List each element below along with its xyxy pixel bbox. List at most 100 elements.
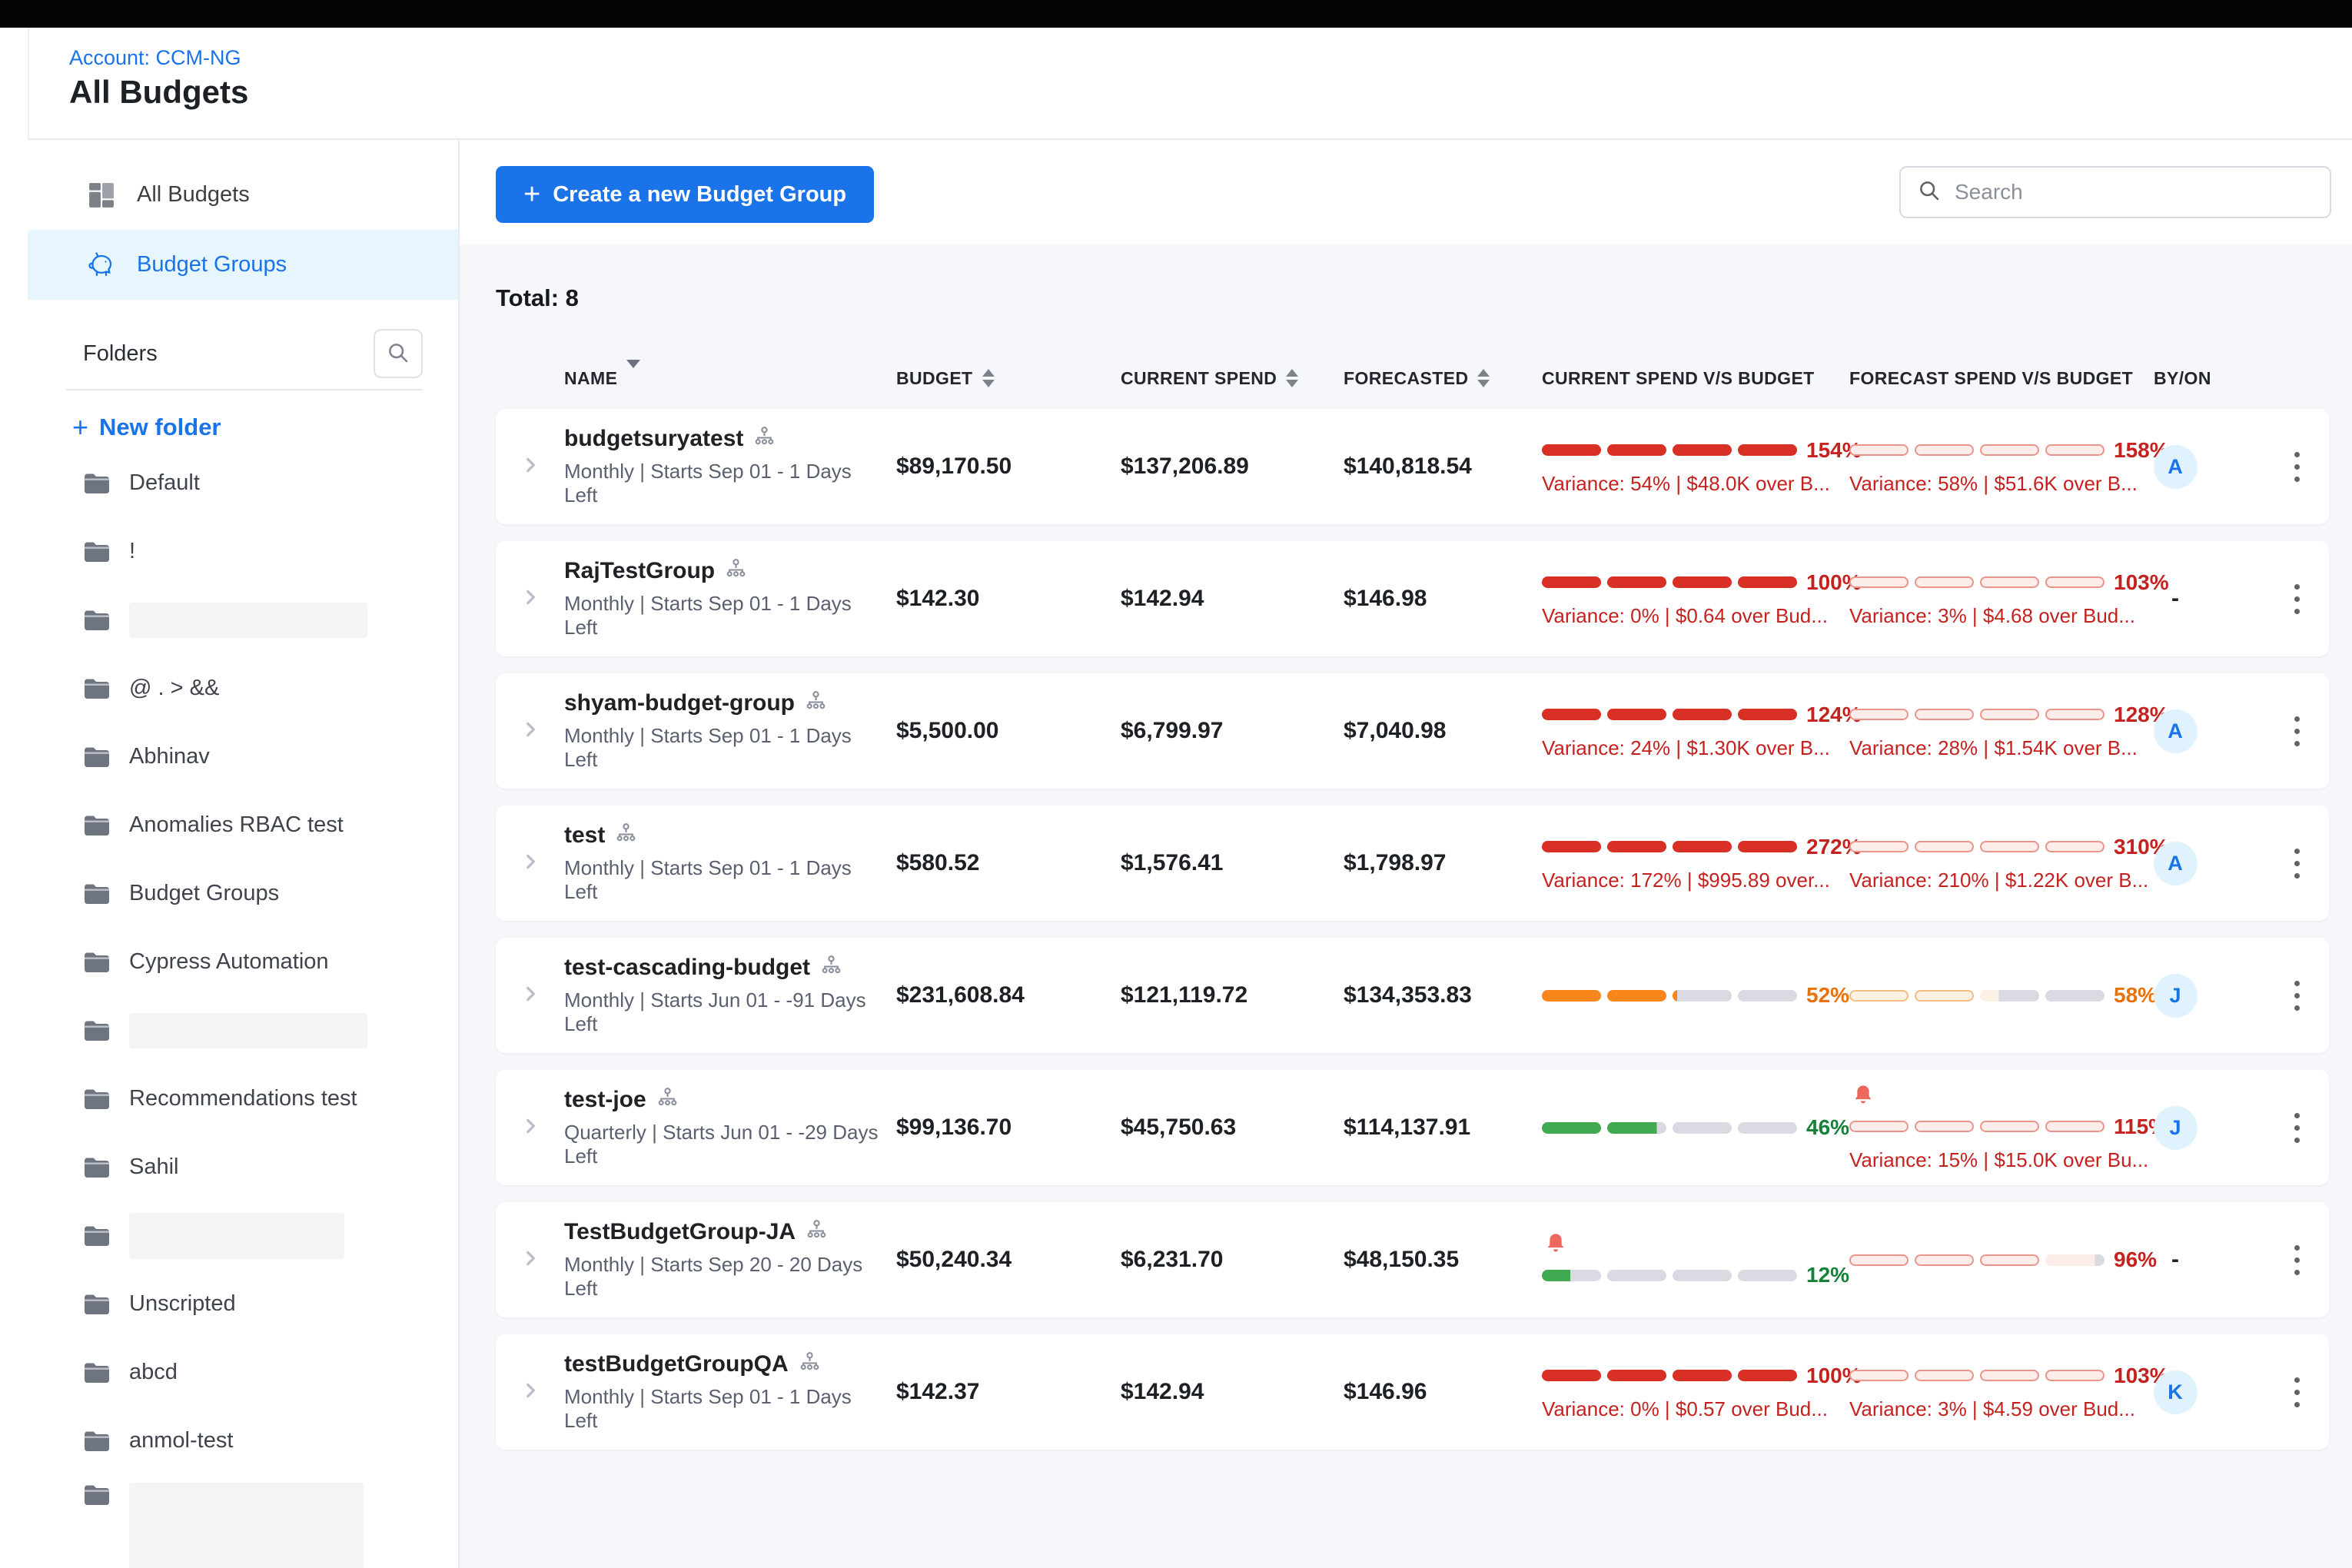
chevron-right-icon <box>520 719 540 743</box>
owner-dash: - <box>2171 1247 2179 1273</box>
current-spend-progress-bar <box>1542 1370 1797 1381</box>
folder-item[interactable]: Sahil <box>28 1133 458 1201</box>
current-spend-value: $121,119.72 <box>1104 982 1327 1008</box>
owner-avatar[interactable]: A <box>2154 842 2198 885</box>
row-actions-kebab-menu[interactable] <box>2287 576 2307 622</box>
budget-group-name[interactable]: test-cascading-budget <box>564 955 810 981</box>
forecast-spend-progress-bar <box>1849 709 2105 720</box>
current-vs-budget-cell: 52% <box>1525 983 1832 1008</box>
owner-avatar[interactable]: J <box>2154 1106 2198 1150</box>
expand-row-button[interactable] <box>513 587 547 611</box>
folder-name: Abhinav <box>129 744 210 769</box>
folder-item[interactable]: anmol-test <box>28 1407 458 1475</box>
folder-item[interactable]: Abhinav <box>28 723 458 791</box>
row-actions-kebab-menu[interactable] <box>2287 709 2307 754</box>
row-actions-kebab-menu[interactable] <box>2287 444 2307 490</box>
account-breadcrumb-link[interactable]: Account: CCM-NG <box>69 46 241 70</box>
folder-icon <box>83 471 111 496</box>
group-hierarchy-icon <box>726 558 746 584</box>
forecast-spend-progress-bar <box>1849 1121 2105 1132</box>
alert-bell-icon <box>1545 1232 1566 1255</box>
window-top-bar <box>0 0 2352 28</box>
folder-icon <box>83 1292 111 1317</box>
column-header[interactable]: FORECAST SPEND V/S BUDGET <box>1832 368 2137 389</box>
chevron-right-icon <box>520 587 540 611</box>
folder-item[interactable]: Cypress Automation <box>28 928 458 996</box>
sort-updown-icon[interactable] <box>1286 369 1298 387</box>
folder-item-redacted[interactable] <box>28 1475 458 1568</box>
group-hierarchy-icon <box>657 1087 678 1113</box>
budget-group-name[interactable]: test-joe <box>564 1087 646 1113</box>
budget-schedule: Monthly | Starts Jun 01 - -91 Days Left <box>564 988 879 1036</box>
expand-row-button[interactable] <box>513 1380 547 1404</box>
owner-avatar[interactable]: K <box>2154 1370 2198 1414</box>
row-actions-kebab-menu[interactable] <box>2287 973 2307 1018</box>
expand-row-button[interactable] <box>513 455 547 479</box>
row-actions-kebab-menu[interactable] <box>2287 1237 2307 1283</box>
budget-schedule: Monthly | Starts Sep 01 - 1 Days Left <box>564 592 879 639</box>
table-rows: budgetsuryatest Monthly | Starts Sep 01 … <box>496 409 2329 1450</box>
create-budget-group-button[interactable]: + Create a new Budget Group <box>496 166 874 223</box>
folder-item[interactable]: abcd <box>28 1338 458 1407</box>
column-header[interactable]: CURRENT SPEND V/S BUDGET <box>1525 368 1832 389</box>
expand-row-button[interactable] <box>513 719 547 743</box>
expand-row-button[interactable] <box>513 1248 547 1272</box>
budget-group-name[interactable]: shyam-budget-group <box>564 690 795 716</box>
folder-item-redacted[interactable] <box>28 1201 458 1270</box>
forecasted-value: $140,818.54 <box>1327 453 1525 480</box>
folder-item[interactable]: @ . > && <box>28 654 458 723</box>
folder-icon <box>83 540 111 564</box>
column-header[interactable]: CURRENT SPEND <box>1104 368 1327 389</box>
budget-group-row: shyam-budget-group Monthly | Starts Sep … <box>496 673 2329 789</box>
expand-row-button[interactable] <box>513 852 547 875</box>
owner-avatar[interactable]: A <box>2154 445 2198 489</box>
chevron-right-icon <box>520 1248 540 1272</box>
column-header[interactable]: FORECASTED <box>1327 368 1525 389</box>
column-header[interactable]: BUDGET <box>879 368 1104 389</box>
new-folder-button[interactable]: + New folder <box>28 410 458 444</box>
folder-item[interactable]: ! <box>28 517 458 586</box>
search-input[interactable] <box>1953 179 2313 205</box>
row-actions-kebab-menu[interactable] <box>2287 1370 2307 1415</box>
folders-section-header: Folders <box>28 329 458 378</box>
folder-icon <box>83 1360 111 1385</box>
expand-row-button[interactable] <box>513 1116 547 1140</box>
folder-item[interactable]: Anomalies RBAC test <box>28 791 458 859</box>
expand-row-button[interactable] <box>513 984 547 1008</box>
folder-item-redacted[interactable] <box>28 996 458 1065</box>
column-header-label: FORECASTED <box>1344 368 1468 389</box>
folder-icon <box>83 1087 111 1111</box>
folder-item[interactable]: Default <box>28 449 458 517</box>
budget-group-name[interactable]: budgetsuryatest <box>564 426 743 452</box>
folder-item[interactable]: Budget Groups <box>28 859 458 928</box>
column-header[interactable]: BY/ON <box>2137 368 2214 389</box>
owner-avatar[interactable]: J <box>2154 974 2198 1018</box>
sort-updown-icon[interactable] <box>982 369 995 387</box>
folder-search-button[interactable] <box>374 329 423 378</box>
budget-group-name[interactable]: testBudgetGroupQA <box>564 1351 789 1377</box>
budget-group-name[interactable]: TestBudgetGroup-JA <box>564 1219 796 1245</box>
by-on-cell: A - <box>2137 842 2214 885</box>
sidebar-item-budget-groups[interactable]: Budget Groups <box>28 230 458 300</box>
caret-down-icon[interactable] <box>626 368 640 389</box>
owner-avatar[interactable]: A <box>2154 709 2198 753</box>
sidebar-item-all-budgets[interactable]: All Budgets <box>28 160 458 230</box>
folder-item-redacted[interactable] <box>28 586 458 654</box>
folder-icon <box>83 882 111 906</box>
folder-icon <box>83 950 111 975</box>
sort-updown-icon[interactable] <box>1477 369 1490 387</box>
budget-group-name[interactable]: test <box>564 822 605 849</box>
current-spend-value: $45,750.63 <box>1104 1115 1327 1141</box>
column-header[interactable]: NAME <box>547 368 879 389</box>
current-variance-text: Variance: 172% | $995.89 over... <box>1542 869 1830 892</box>
folder-item[interactable]: Recommendations test <box>28 1065 458 1133</box>
budget-schedule: Monthly | Starts Sep 01 - 1 Days Left <box>564 724 879 772</box>
row-actions-kebab-menu[interactable] <box>2287 841 2307 886</box>
forecast-vs-budget-cell: 158% Variance: 58% | $51.6K over B... <box>1832 438 2137 496</box>
folder-name: Sahil <box>129 1154 179 1180</box>
folder-item[interactable]: Unscripted <box>28 1270 458 1338</box>
budget-group-name[interactable]: RajTestGroup <box>564 558 715 584</box>
row-actions-kebab-menu[interactable] <box>2287 1105 2307 1151</box>
redacted-folder-name <box>129 1013 367 1048</box>
folder-icon <box>83 813 111 838</box>
